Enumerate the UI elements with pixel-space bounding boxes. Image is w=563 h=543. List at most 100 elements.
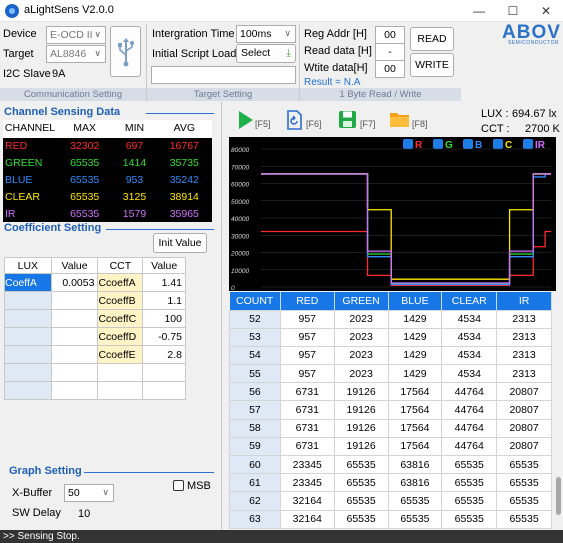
read-button[interactable]: READ	[410, 27, 454, 51]
table-scrollbar-thumb[interactable]	[556, 477, 561, 515]
channel-avg: 35242	[156, 171, 212, 188]
maximize-icon[interactable]: ☐	[496, 0, 530, 22]
table-row[interactable]: 55 957 2023 1429 4534 2313	[229, 364, 552, 384]
refresh-button[interactable]	[286, 110, 303, 133]
value-cell: 19126	[333, 382, 389, 402]
table-row[interactable]: 53 957 2023 1429 4534 2313	[229, 327, 552, 347]
count-cell: 60	[229, 454, 281, 475]
cct-coeff-value[interactable]: -0.75	[142, 327, 186, 346]
table-row[interactable]: 61 23345 65535 63816 65535 65535	[229, 473, 552, 493]
cct-coeff-value[interactable]: 1.41	[142, 273, 186, 292]
save-button[interactable]	[338, 110, 357, 132]
value-cell: 19126	[333, 400, 389, 420]
column-header[interactable]: BLUE	[388, 292, 443, 310]
value-cell: 44764	[441, 436, 498, 457]
channel-max: 32302	[57, 137, 113, 154]
channel-min: 3125	[112, 188, 157, 205]
channel-max: 65535	[57, 171, 113, 188]
data-table-body: 52 957 2023 1429 4534 2313 53 957 2023 1429 4534 23…	[229, 309, 552, 529]
value-cell: 65535	[441, 509, 498, 529]
cct-coeff-value[interactable]: 1.1	[142, 291, 186, 310]
y-tick-label: 20000	[230, 251, 249, 258]
close-icon[interactable]: ✕	[529, 0, 563, 22]
msb-checkbox[interactable]	[173, 480, 184, 491]
y-tick-label: 70000	[231, 164, 249, 171]
table-row[interactable]: 58 6731 19126 17564 44764 20807	[229, 418, 552, 438]
data-table: COUNT RED GREEN BLUE CLEAR IR 52 957 2023 1…	[229, 292, 552, 529]
f6-label: [F6]	[306, 119, 322, 129]
table-row[interactable]: 52 957 2023 1429 4534 2313	[229, 309, 552, 329]
channel-avg: 38914	[156, 188, 212, 205]
value-cell: 65535	[333, 473, 389, 493]
value-cell: 6731	[279, 436, 335, 457]
y-tick-label: 50000	[231, 199, 249, 206]
init-value-button[interactable]: Init Value	[153, 233, 207, 253]
chevron-down-icon: ∨	[94, 29, 101, 39]
channel-name: IR	[3, 205, 57, 222]
script-path-field[interactable]	[151, 66, 296, 84]
device-select[interactable]: E-OCD II ∨	[46, 26, 106, 44]
reg-addr-input[interactable]: 00	[375, 26, 405, 44]
channel-min: 1414	[112, 154, 157, 171]
value-cell: 4534	[441, 327, 498, 347]
usb-icon	[117, 38, 134, 67]
count-cell: 53	[229, 327, 281, 347]
start-button[interactable]	[237, 110, 255, 133]
channel-max: 65535	[57, 188, 113, 205]
count-cell: 57	[229, 400, 281, 420]
column-header[interactable]: GREEN	[334, 292, 389, 310]
column-header[interactable]: IR	[496, 292, 552, 310]
column-header[interactable]: RED	[280, 292, 335, 310]
y-tick-label: 10000	[231, 268, 249, 275]
x-buffer-select[interactable]: 50 ∨	[64, 484, 114, 502]
value-cell: 17564	[387, 418, 443, 438]
column-header[interactable]: CLEAR	[441, 292, 498, 310]
y-tick-label: 0	[231, 285, 235, 291]
channel-avg: 35735	[156, 154, 212, 171]
coefficient-table: LUX Value CCT Value CoeffA 0.0053 Ccoeff…	[4, 257, 186, 400]
script-select-label: Select	[241, 47, 271, 59]
table-row[interactable]: 63 32164 65535 65535 65535 65535	[229, 509, 552, 529]
cct-coeff-value[interactable]: 2.8	[142, 345, 186, 364]
count-cell: 62	[229, 491, 281, 511]
write-button[interactable]: WRITE	[410, 53, 454, 77]
value-cell: 65535	[496, 454, 552, 475]
column-header[interactable]: COUNT	[229, 292, 281, 310]
open-folder-button[interactable]	[389, 111, 410, 131]
value-cell: 2313	[496, 345, 552, 366]
table-row[interactable]: 62 32164 65535 65535 65535 65535	[229, 491, 552, 511]
lux-coeff-name	[4, 291, 52, 310]
script-select-button[interactable]: Select ⤓	[236, 44, 296, 63]
value-cell: 23345	[279, 473, 335, 493]
value-cell: 6731	[279, 400, 335, 420]
integration-time-select[interactable]: 100ms ∨	[236, 25, 296, 43]
cct-coeff-value[interactable]: 100	[142, 309, 186, 328]
table-row[interactable]: 59 6731 19126 17564 44764 20807	[229, 436, 552, 457]
value-cell: 6731	[279, 382, 335, 402]
lux-coeff-name[interactable]: CoeffA	[4, 273, 52, 292]
target-select[interactable]: AL8846 ∨	[46, 45, 106, 63]
sensing-chart: R G B C IR 80000 70000 60000 50000 40000 3000…	[229, 137, 556, 291]
value-cell: 4534	[441, 364, 498, 384]
series-line-g	[261, 173, 551, 285]
sw-delay-value: 10	[78, 508, 91, 520]
count-cell: 59	[229, 436, 281, 457]
minimize-icon[interactable]: —	[462, 0, 496, 22]
cct-coeff-name: CcoeffD	[97, 327, 144, 346]
value-cell: 63816	[387, 454, 443, 475]
write-data-input[interactable]: 00	[375, 60, 405, 78]
table-row[interactable]: 54 957 2023 1429 4534 2313	[229, 345, 552, 366]
cct-coeff-name: CcoeffC	[97, 309, 144, 328]
lux-coeff-value[interactable]: 0.0053	[50, 273, 99, 292]
value-cell: 1429	[387, 364, 443, 384]
table-row[interactable]: 56 6731 19126 17564 44764 20807	[229, 382, 552, 402]
usb-connect-button[interactable]	[110, 26, 141, 77]
table-row[interactable]: 57 6731 19126 17564 44764 20807	[229, 400, 552, 420]
abov-logo-sub: SEMICONDUCTOR	[508, 40, 560, 46]
y-tick-label: 40000	[231, 216, 249, 223]
y-tick-label: 80000	[231, 147, 249, 154]
table-row[interactable]: 60 23345 65535 63816 65535 65535	[229, 454, 552, 475]
download-icon: ⤓	[286, 47, 291, 59]
value-cell: 2023	[333, 309, 389, 329]
value-cell: 65535	[387, 491, 443, 511]
